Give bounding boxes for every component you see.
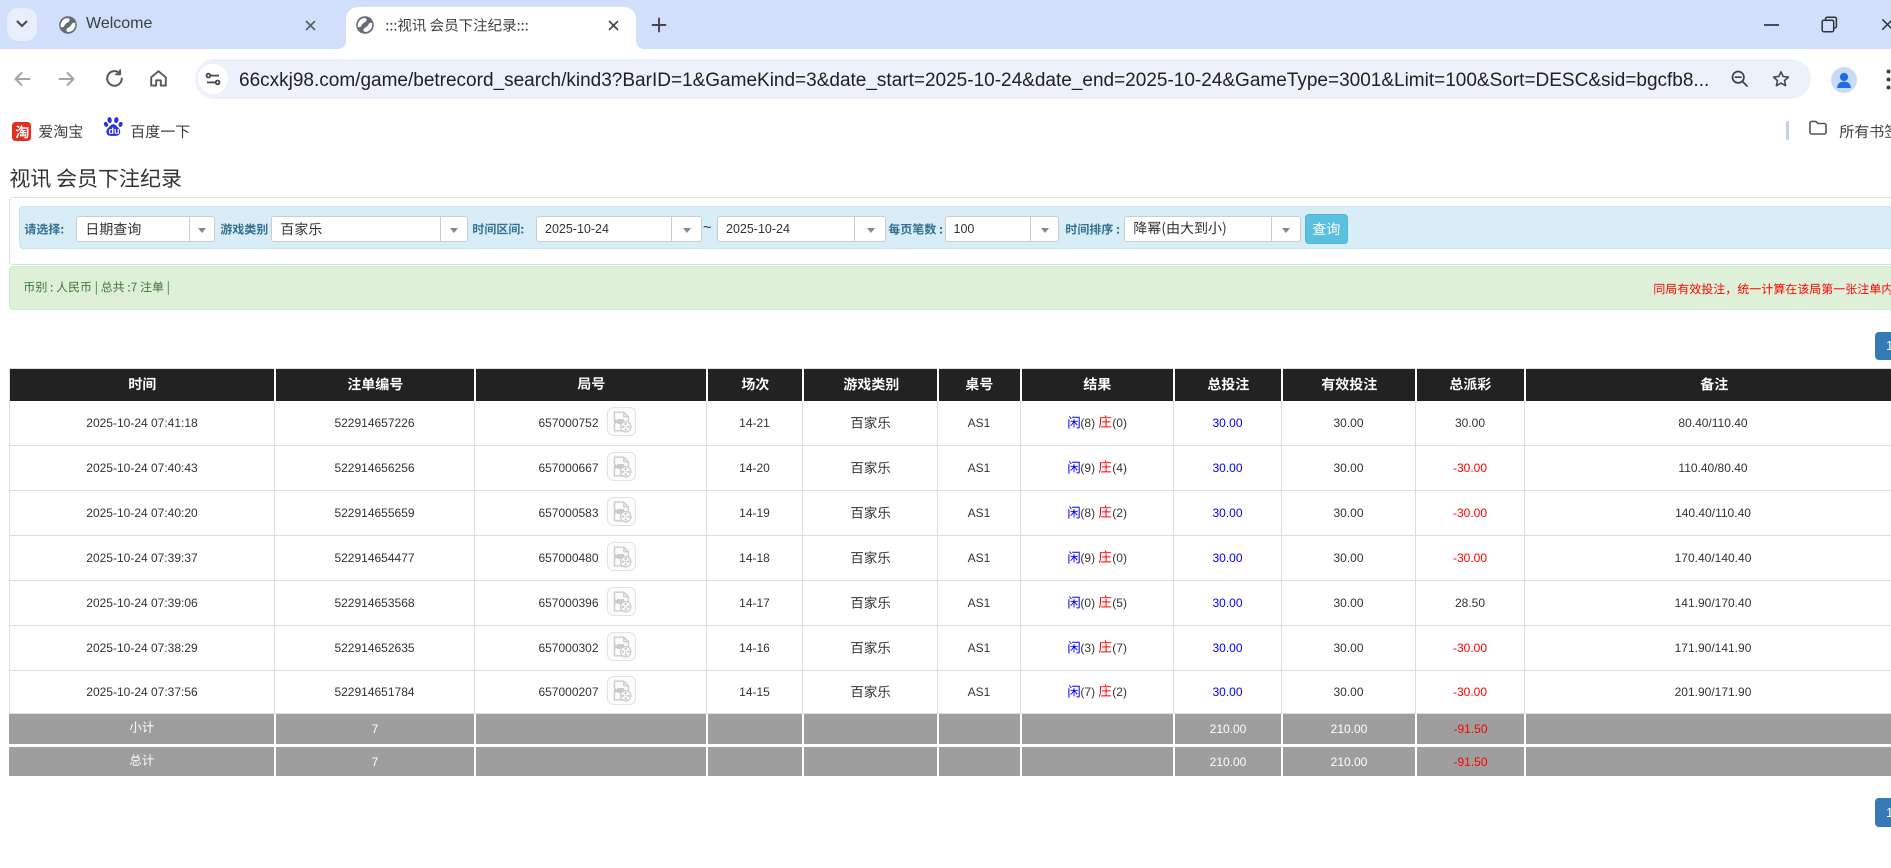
svg-text:du: du <box>109 126 120 136</box>
